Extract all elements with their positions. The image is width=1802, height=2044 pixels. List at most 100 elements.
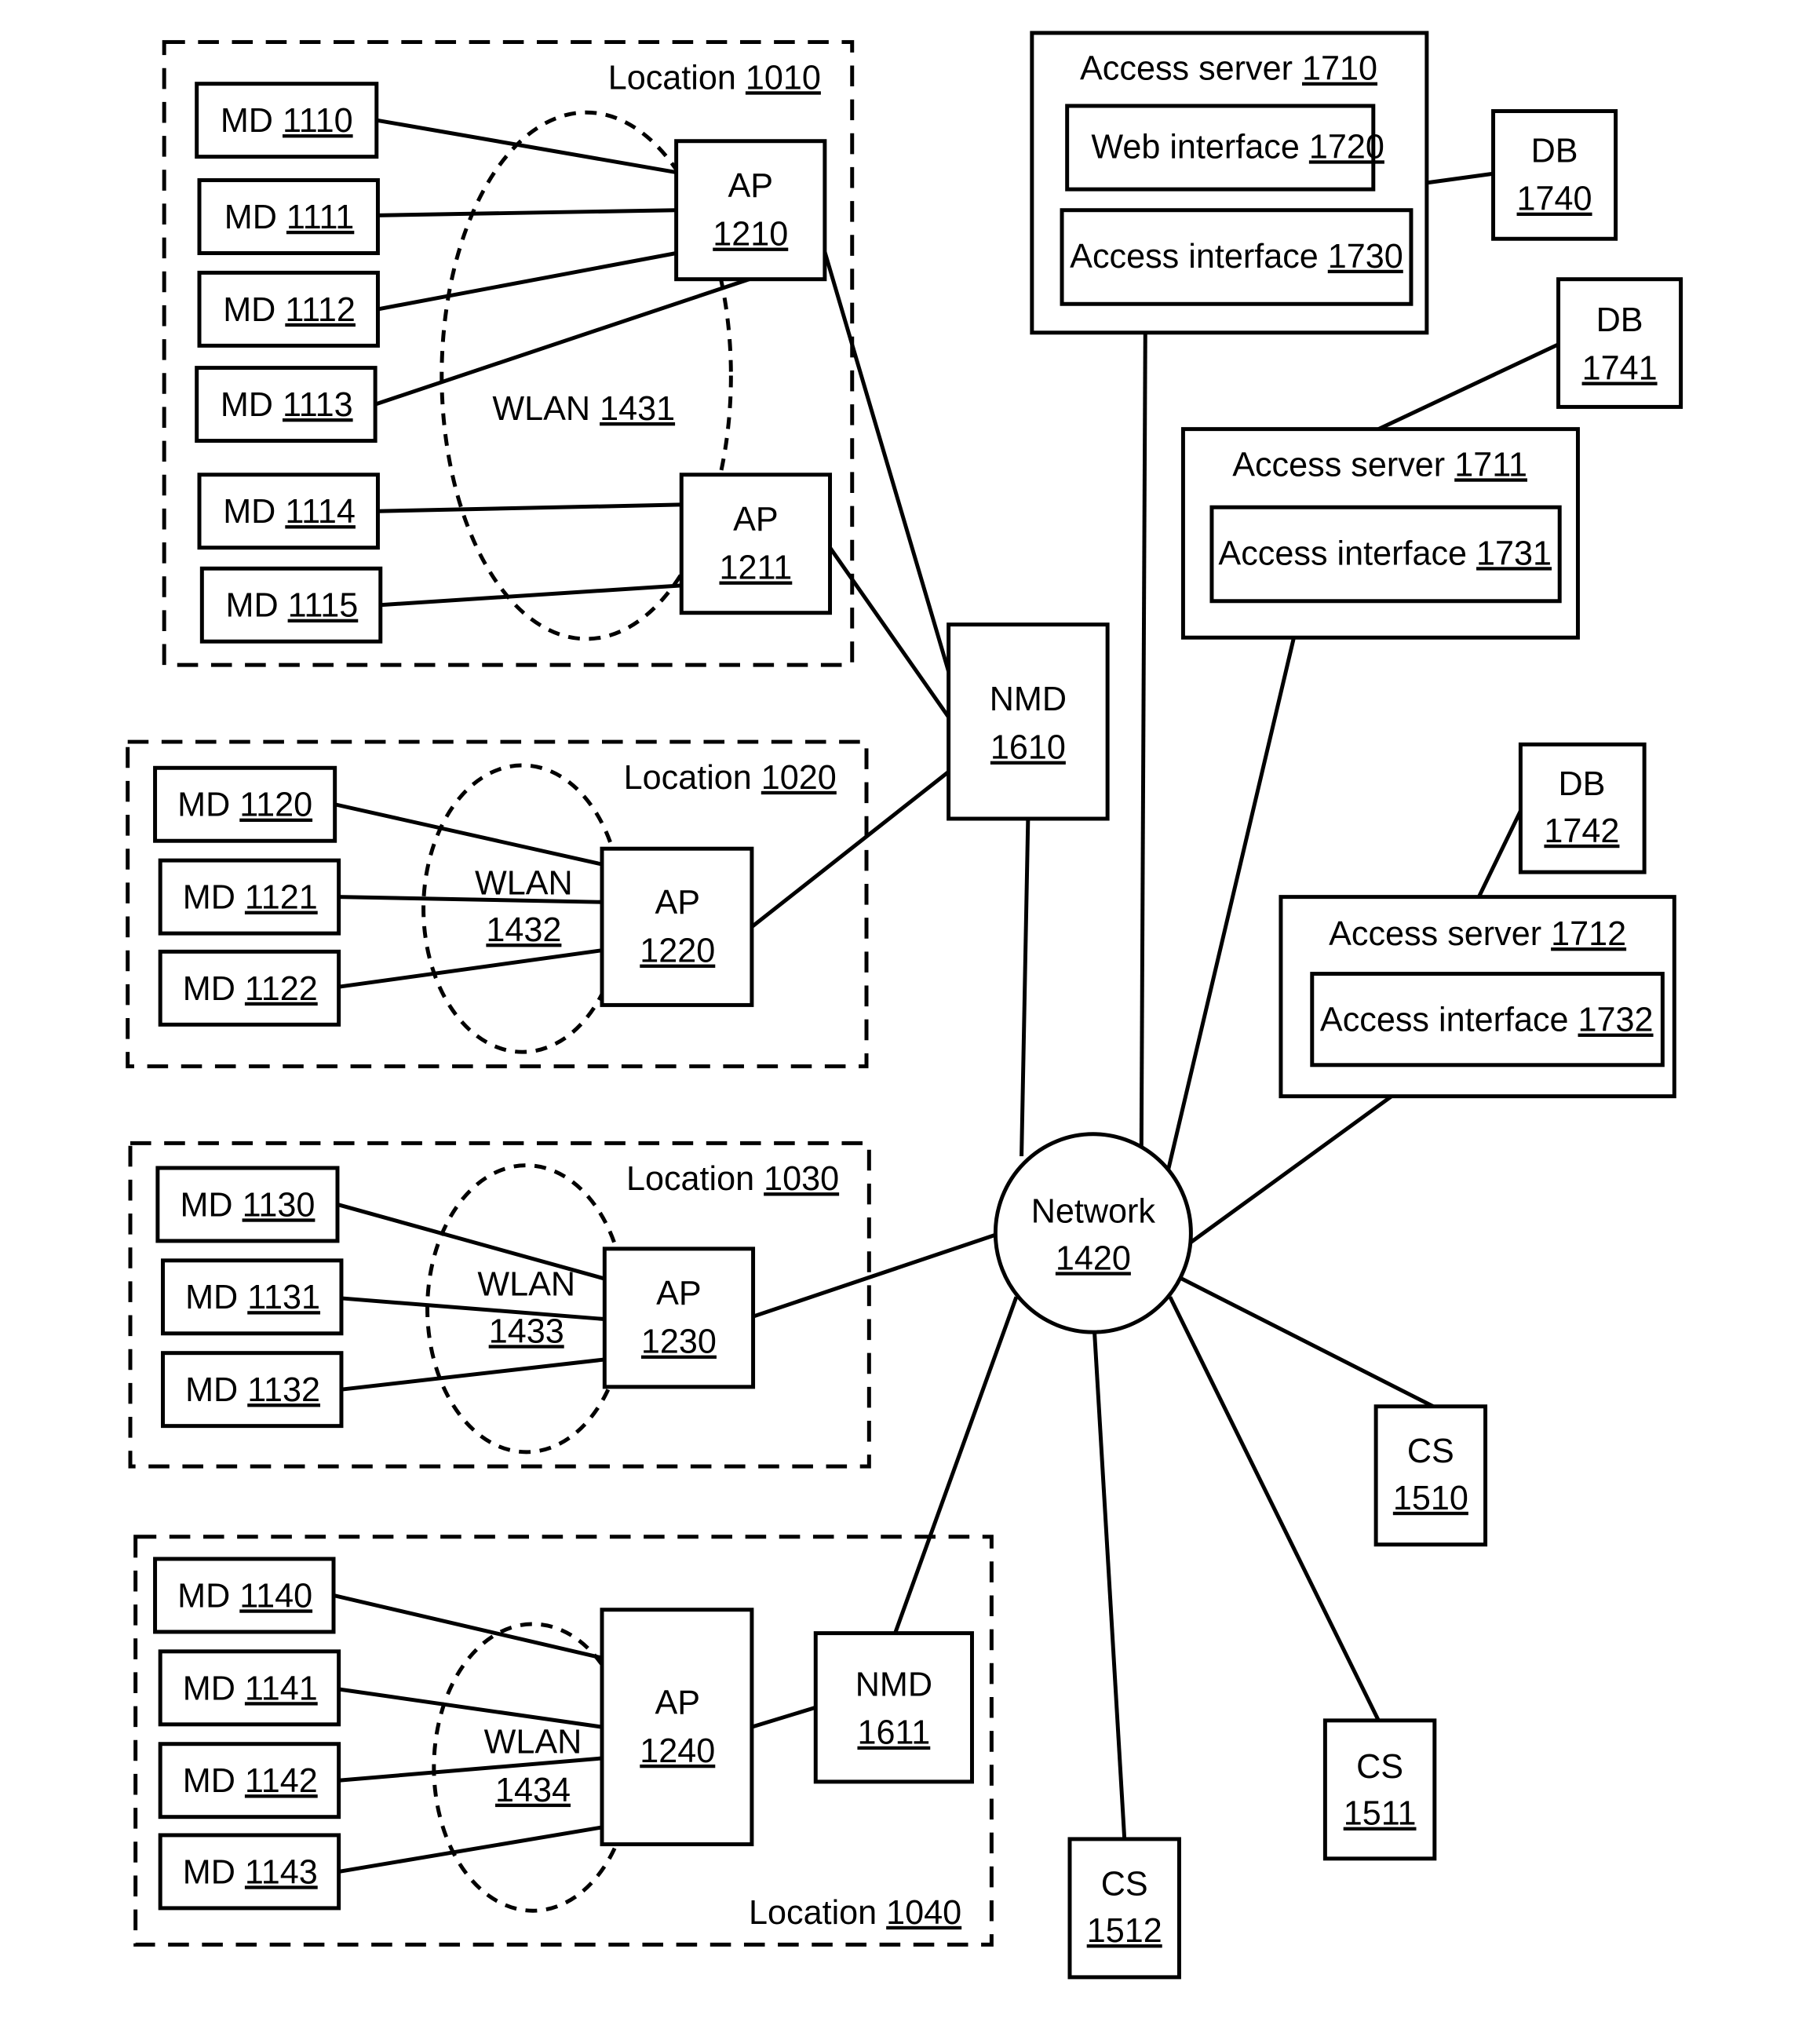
md-1140[interactable]: MD 1140 [153, 1557, 336, 1634]
web-interface-1720[interactable]: Web interface 1720 [1065, 104, 1384, 192]
svg-text:CS: CS [1356, 1748, 1403, 1786]
svg-text:MD 1131: MD 1131 [185, 1279, 320, 1316]
md-1130[interactable]: MD 1130 [155, 1166, 340, 1243]
svg-text:1740: 1740 [1517, 181, 1592, 218]
wlan-label: WLAN [484, 1723, 582, 1761]
nmd-1610[interactable]: NMD 1610 [947, 622, 1110, 821]
link-md1115-ap1211 [380, 583, 682, 608]
access-interface-1731[interactable]: Access interface 1731 [1209, 505, 1562, 604]
link-md1122-ap1220 [338, 948, 603, 989]
link-as1712-network [1189, 1094, 1393, 1244]
location-label: Location [608, 59, 736, 97]
link-ap1210-nmd1610 [823, 251, 950, 673]
location-number: 1020 [761, 759, 837, 797]
link-as1711-network [1165, 637, 1296, 1174]
svg-text:CS: CS [1101, 1865, 1148, 1903]
svg-text:NMD: NMD [855, 1666, 932, 1703]
svg-text:MD 1111: MD 1111 [224, 199, 355, 236]
md-1110[interactable]: MD 1110 [195, 82, 379, 159]
db-1740[interactable]: DB 1740 [1491, 109, 1618, 241]
network-1420[interactable]: Network 1420 [993, 1132, 1193, 1334]
md-1131[interactable]: MD 1131 [161, 1258, 344, 1336]
svg-text:NMD: NMD [990, 681, 1067, 718]
svg-text:Access interface 1731: Access interface 1731 [1218, 535, 1552, 572]
location-label: Location [624, 759, 752, 797]
wlan-number: 1431 [600, 390, 675, 428]
svg-text:MD 1112: MD 1112 [223, 291, 356, 329]
link-as1710-network [1139, 332, 1147, 1148]
md-1112[interactable]: MD 1112 [197, 270, 380, 348]
md-1142[interactable]: MD 1142 [158, 1742, 341, 1820]
svg-text:WLAN 1431: WLAN 1431 [492, 390, 675, 428]
md-1120[interactable]: MD 1120 [153, 765, 337, 843]
access-interface-1732[interactable]: Access interface 1732 [1310, 972, 1665, 1068]
access-server-1711[interactable]: Access server 1711 Access interface 1731 [1180, 427, 1580, 640]
svg-text:MD 1120: MD 1120 [177, 787, 312, 824]
svg-text:MD 1140: MD 1140 [177, 1577, 312, 1615]
svg-text:MD 1130: MD 1130 [180, 1186, 315, 1224]
link-as1712-db1742 [1477, 809, 1523, 898]
wlan-number: 1432 [486, 911, 561, 949]
mobile-devices: MD 1110 MD 1111 MD 1112 MD 1113 MD 1114 … [153, 82, 383, 1911]
svg-text:DB: DB [1531, 132, 1578, 170]
location-number: 1040 [886, 1894, 961, 1932]
svg-text:MD 1115: MD 1115 [226, 587, 359, 625]
link-nmd1610-network [1020, 818, 1030, 1157]
svg-text:AP: AP [728, 167, 773, 205]
svg-text:1240: 1240 [640, 1732, 715, 1770]
md-1111[interactable]: MD 1111 [197, 178, 380, 255]
svg-text:Location 1030: Location 1030 [626, 1160, 839, 1198]
link-as1710-db1740 [1426, 171, 1494, 185]
md-1115[interactable]: MD 1115 [199, 566, 383, 644]
ap-1211[interactable]: AP 1211 [679, 473, 833, 615]
nmd-1611[interactable]: NMD 1611 [813, 1631, 974, 1784]
db-1742[interactable]: DB 1742 [1518, 742, 1647, 874]
link-ap1240-nmd1611 [751, 1705, 816, 1729]
cs-1512[interactable]: CS 1512 [1067, 1837, 1181, 1980]
svg-text:Access interface 1730: Access interface 1730 [1070, 238, 1403, 276]
svg-text:1210: 1210 [713, 216, 788, 254]
wlan-number: 1434 [495, 1772, 571, 1809]
link-nmd1611-network [893, 1296, 1019, 1634]
link-as1711-db1741 [1377, 342, 1559, 431]
ap-1240[interactable]: AP 1240 [600, 1608, 754, 1847]
svg-text:AP: AP [655, 884, 700, 922]
md-1121[interactable]: MD 1121 [158, 858, 341, 936]
ap-1220[interactable]: AP 1220 [600, 846, 754, 1007]
link-md1111-ap1210 [378, 208, 677, 217]
link-md1110-ap1210 [376, 118, 677, 175]
wlan-label: WLAN [492, 390, 590, 428]
cs-1510[interactable]: CS 1510 [1373, 1404, 1488, 1547]
md-1132[interactable]: MD 1132 [161, 1351, 344, 1429]
svg-text:Web interface 1720: Web interface 1720 [1091, 128, 1384, 166]
link-network-cs1512 [1093, 1331, 1127, 1840]
svg-text:DB: DB [1558, 765, 1605, 803]
link-md1140-ap1240 [333, 1593, 603, 1660]
md-1143[interactable]: MD 1143 [158, 1833, 341, 1911]
svg-text:MD 1122: MD 1122 [183, 970, 318, 1008]
link-network-cs1511 [1168, 1296, 1381, 1721]
ap-1230[interactable]: AP 1230 [602, 1246, 756, 1389]
md-1114[interactable]: MD 1114 [197, 473, 380, 550]
db-1741[interactable]: DB 1741 [1556, 277, 1683, 409]
svg-text:Access server 1710: Access server 1710 [1080, 50, 1377, 88]
svg-text:1420: 1420 [1056, 1239, 1131, 1277]
location-label: Location [749, 1894, 877, 1932]
access-server-1712[interactable]: Access server 1712 Access interface 1732 [1279, 895, 1676, 1099]
svg-text:1211: 1211 [719, 549, 792, 587]
md-1141[interactable]: MD 1141 [158, 1649, 341, 1727]
cs-1511[interactable]: CS 1511 [1322, 1718, 1437, 1861]
ap-1210[interactable]: AP 1210 [674, 139, 827, 282]
svg-text:1510: 1510 [1393, 1480, 1468, 1517]
svg-text:1741: 1741 [1582, 350, 1658, 388]
link-md1143-ap1240 [338, 1825, 603, 1874]
link-md1132-ap1230 [341, 1357, 605, 1392]
access-server-1710[interactable]: Access server 1710 Web interface 1720 Ac… [1030, 31, 1429, 335]
md-1113[interactable]: MD 1113 [195, 366, 378, 443]
svg-text:AP: AP [733, 501, 779, 538]
svg-text:1220: 1220 [640, 933, 715, 970]
access-interface-1730[interactable]: Access interface 1730 [1060, 208, 1414, 306]
md-1122[interactable]: MD 1122 [158, 949, 341, 1027]
link-ap1211-nmd1610 [828, 546, 950, 718]
svg-text:DB: DB [1596, 301, 1643, 339]
